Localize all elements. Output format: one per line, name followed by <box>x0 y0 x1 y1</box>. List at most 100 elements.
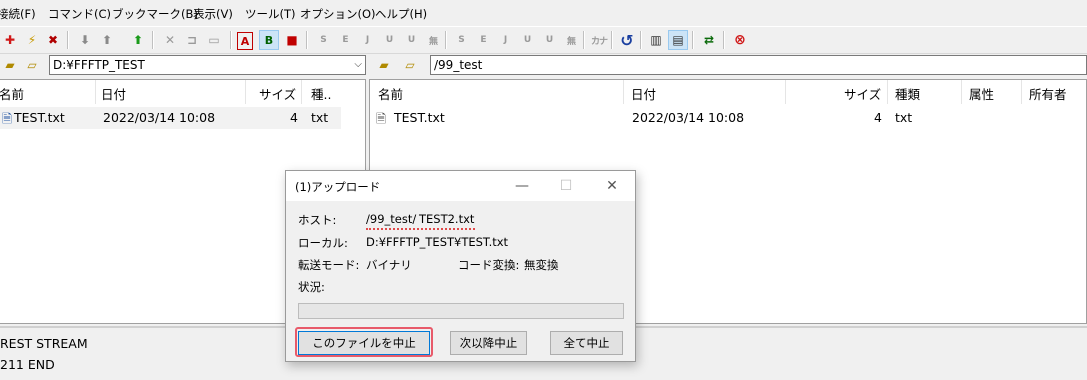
file-size: 4 <box>290 110 298 125</box>
refresh-icon[interactable]: ↺ <box>617 30 637 50</box>
utf8-icon[interactable]: U <box>379 30 399 50</box>
local-up-folder-icon[interactable]: ▰ <box>0 55 20 75</box>
remote-euc-icon[interactable]: E <box>473 30 493 50</box>
cancel-all-button[interactable]: 全て中止 <box>550 331 623 355</box>
file-type: txt <box>895 110 913 125</box>
toolbar-separator <box>723 31 725 49</box>
toolbar-separator <box>230 31 232 49</box>
local-open-folder-icon[interactable]: ▱ <box>22 55 42 75</box>
local-value: D:¥FFFTP_TEST¥TEST.txt <box>366 235 509 249</box>
menu-options[interactable]: オプション(O) <box>300 6 376 22</box>
menu-command[interactable]: コマンド(C) <box>48 6 111 22</box>
maximize-icon[interactable]: ☐ <box>556 176 576 196</box>
toolbar-separator <box>445 31 447 49</box>
remote-up-folder-icon[interactable]: ▰ <box>374 55 394 75</box>
euc-icon[interactable]: E <box>335 30 355 50</box>
local-path-bar: ▰ ▱ D:¥FFFTP_TEST ⌵ <box>0 53 368 77</box>
remote-col-size[interactable]: サイズ <box>844 84 881 103</box>
minimize-icon[interactable]: — <box>512 176 532 196</box>
local-col-date[interactable]: 日付 <box>101 84 126 103</box>
host-dir: /99_test/ <box>366 212 417 226</box>
no-conversion-icon[interactable]: 無 <box>423 30 443 50</box>
chevron-down-icon[interactable]: ⌵ <box>354 56 362 74</box>
menu-bookmark[interactable]: ブックマーク(B) <box>112 6 198 22</box>
remote-no-conversion-icon[interactable]: 無 <box>561 30 581 50</box>
toolbar: ✚ ⚡ ✖ ⬇ ⬆ ⬆ ✕ ⊐ ▭ A B ■ S E J U U 無 S E … <box>0 26 1087 54</box>
code-value: 無変換 <box>524 258 559 272</box>
jis-icon[interactable]: J <box>357 30 377 50</box>
sync-dir-icon[interactable]: ⇄ <box>699 30 719 50</box>
ascii-mode-icon[interactable]: A <box>237 32 253 50</box>
local-col-name[interactable]: 名前 <box>0 84 24 103</box>
rename-icon[interactable]: ⊐ <box>182 30 202 50</box>
local-col-type[interactable]: 種.. <box>311 84 331 103</box>
stop-icon[interactable]: ⊗ <box>730 30 750 50</box>
auto-mode-icon[interactable]: ■ <box>282 30 302 50</box>
mkdir-icon[interactable]: ▭ <box>204 30 224 50</box>
highlight-mark <box>295 327 433 357</box>
cancel-from-next-button[interactable]: 次以降中止 <box>450 331 527 355</box>
download-icon[interactable]: ⬇ <box>75 30 95 50</box>
file-date: 2022/03/14 10:08 <box>632 110 745 125</box>
delete-icon[interactable]: ✕ <box>160 30 180 50</box>
status-label: 状況: <box>298 280 325 294</box>
kana-icon[interactable]: カナ <box>589 30 609 50</box>
toolbar-separator <box>692 31 694 49</box>
remote-path-bar: ▰ ▱ /99_test <box>372 53 1087 77</box>
file-icon: 🗎 <box>376 111 387 126</box>
list-view-icon[interactable]: ▥ <box>646 30 666 50</box>
host-file: TEST2.txt <box>419 212 475 226</box>
underline-mark <box>366 225 475 230</box>
host-label: ホスト: <box>298 213 337 227</box>
remote-path-input[interactable]: /99_test <box>430 55 1087 75</box>
remote-col-owner[interactable]: 所有者 <box>1029 84 1067 103</box>
mode-value: バイナリ <box>366 258 412 272</box>
disconnect-icon[interactable]: ✖ <box>43 30 63 50</box>
remote-jis-icon[interactable]: J <box>495 30 515 50</box>
remote-list-header: 名前 日付 サイズ 種類 属性 所有者 <box>370 80 1086 104</box>
upload-dialog: (1)アップロード — ☐ ✕ ホスト: /99_test/ TEST2.txt… <box>285 170 636 362</box>
file-type: txt <box>311 110 329 125</box>
detail-view-icon[interactable]: ▤ <box>668 30 688 50</box>
close-icon[interactable]: ✕ <box>602 176 622 196</box>
toolbar-separator <box>67 31 69 49</box>
menu-tools[interactable]: ツール(T) <box>245 6 296 22</box>
remote-col-attributes[interactable]: 属性 <box>969 84 994 103</box>
local-list-header: 名前 日付 サイズ 種.. <box>0 80 365 104</box>
remote-sjis-icon[interactable]: S <box>451 30 471 50</box>
remote-col-name[interactable]: 名前 <box>378 84 403 103</box>
toolbar-separator <box>611 31 613 49</box>
remote-col-date[interactable]: 日付 <box>631 84 656 103</box>
progress-bar <box>298 303 624 319</box>
connect-icon[interactable]: ✚ <box>0 30 20 50</box>
utf8-bom-icon[interactable]: U <box>401 30 421 50</box>
file-date: 2022/03/14 10:08 <box>103 110 216 125</box>
table-row[interactable]: 🗎 TEST.txt 2022/03/14 10:08 4 txt <box>370 107 1070 129</box>
remote-utf8-icon[interactable]: U <box>517 30 537 50</box>
menu-bar: 接続(F) コマンド(C) ブックマーク(B) 表示(V) ツール(T) オプシ… <box>0 0 1087 26</box>
dialog-titlebar[interactable]: (1)アップロード — ☐ ✕ <box>286 171 635 201</box>
quick-connect-icon[interactable]: ⚡ <box>22 30 42 50</box>
remote-open-folder-icon[interactable]: ▱ <box>400 55 420 75</box>
sjis-icon[interactable]: S <box>313 30 333 50</box>
local-path-input[interactable]: D:¥FFFTP_TEST ⌵ <box>49 55 366 75</box>
log-line: 211 END <box>0 357 55 372</box>
remote-utf8-bom-icon[interactable]: U <box>539 30 559 50</box>
dialog-title: (1)アップロード <box>295 180 381 194</box>
table-row[interactable]: 🗎 TEST.txt 2022/03/14 10:08 4 txt <box>0 107 341 129</box>
code-label: コード変換: <box>458 258 520 272</box>
toolbar-separator <box>152 31 154 49</box>
menu-connect[interactable]: 接続(F) <box>0 6 36 22</box>
menu-view[interactable]: 表示(V) <box>193 6 233 22</box>
toolbar-separator <box>640 31 642 49</box>
remote-col-type[interactable]: 種類 <box>895 84 920 103</box>
log-line: REST STREAM <box>0 336 88 351</box>
mirror-upload-icon[interactable]: ⬆ <box>128 30 148 50</box>
binary-mode-icon[interactable]: B <box>259 30 279 50</box>
upload-icon[interactable]: ⬆ <box>97 30 117 50</box>
local-col-size[interactable]: サイズ <box>259 84 296 103</box>
menu-help[interactable]: ヘルプ(H) <box>375 6 427 22</box>
file-name: TEST.txt <box>394 110 445 125</box>
file-size: 4 <box>874 110 882 125</box>
local-label: ローカル: <box>298 236 348 250</box>
